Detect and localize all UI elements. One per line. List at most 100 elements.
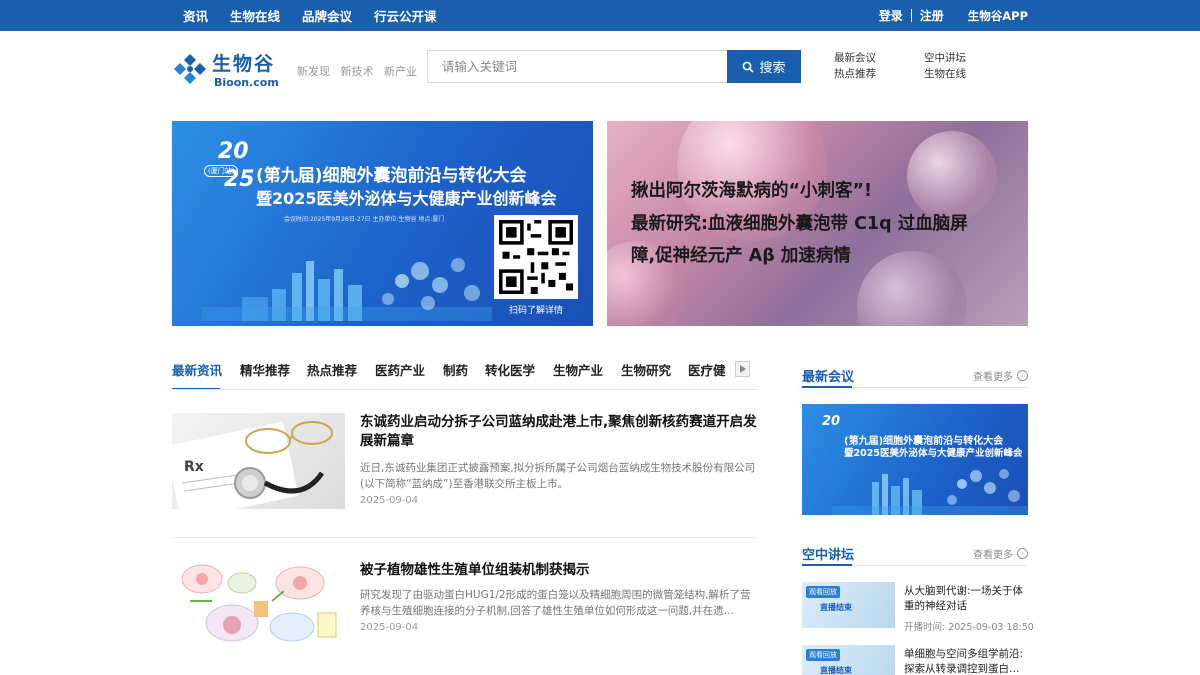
lecture-title[interactable]: 单细胞与空间多组学前沿:探索从转录调控到蛋白… [904, 647, 1028, 675]
city-skyline-illustration [202, 258, 492, 321]
hotlink-latest-meetings[interactable]: 最新会议 [834, 51, 924, 65]
hot-links: 最新会议 空中讲坛 热点推荐 生物在线 [834, 51, 1034, 81]
slogan: 新发现 新技术 新产业 [297, 63, 424, 79]
lecture-item[interactable]: 观看回放 直播结束 从大脑到代谢:一场关于体重的神经对话 开播时间: 2025-… [802, 582, 1034, 633]
hotlink-hot-recommend[interactable]: 热点推荐 [834, 67, 924, 81]
chevron-right-icon: › [1017, 548, 1028, 559]
lecture-title[interactable]: 从大脑到代谢:一场关于体重的神经对话 [904, 584, 1028, 614]
article-summary: 研究发现了由驱动蛋白HUG1/2形成的蛋白笼以及精细胞周围的微管笼结构,解析了营… [360, 589, 751, 617]
nav-brand-meetings[interactable]: 品牌会议 [302, 6, 352, 25]
hotlink-bio-online[interactable]: 生物在线 [924, 67, 1014, 81]
slogan-item: 新技术 [340, 65, 374, 78]
search-button[interactable]: 搜索 [727, 50, 801, 83]
banner-year-mark: 20 25 (厦门站) [204, 139, 258, 193]
login-link[interactable]: 登录 [879, 7, 903, 24]
more-label: 查看更多 [973, 372, 1013, 383]
air-lecture-header: 空中讲坛 查看更多 › [802, 544, 1028, 566]
conference-banner[interactable]: 20 25 (厦门站) (第九届)细胞外囊泡前沿与转化大会 暨2025医美外泌体… [172, 121, 593, 326]
tab-translational-medicine[interactable]: 转化医学 [485, 360, 535, 379]
article-item[interactable]: Rx 东诚药业启动分拆子公司蓝纳成赴港上市,聚焦创新核药赛道开启发展新篇章 近日… [172, 413, 758, 513]
banner-meta: 会议时间:2025年9月26日-27日 主办单位:生物谷 地点:厦门 [284, 216, 445, 223]
article-title[interactable]: 东诚药业启动分拆子公司蓝纳成赴港上市,聚焦创新核药赛道开启发展新篇章 [360, 413, 758, 451]
banner-headline-line2: 最新研究:血液细胞外囊泡带 C1q 过血脑屏 [631, 214, 968, 234]
city-skyline-illustration [832, 469, 1028, 515]
banner-year-mark: 20 [822, 414, 841, 429]
banner-subtitle: 暨2025医美外泌体与大健康产业创新峰会 [844, 448, 1023, 459]
register-link[interactable]: 注册 [920, 7, 944, 24]
lecture-thumbnail[interactable]: 观看回放 直播结束 [802, 645, 895, 675]
qr-code-icon [499, 220, 573, 294]
search-icon [743, 61, 755, 73]
article-item[interactable]: 被子植物雄性生殖单位组装机制获揭示 研究发现了由驱动蛋白HUG1/2形成的蛋白笼… [172, 561, 758, 661]
banner-title: (第九届)细胞外囊泡前沿与转化大会 [256, 166, 527, 186]
more-label: 查看更多 [973, 550, 1013, 561]
logo-text-cn: 生物谷 [212, 53, 276, 75]
article-thumbnail[interactable] [172, 561, 345, 657]
logo-mark-icon [174, 54, 206, 84]
site-logo[interactable]: 生物谷 Bioon.com [172, 50, 284, 90]
banner-city-tag: (厦门站) [204, 165, 239, 177]
article-thumbnail[interactable]: Rx [172, 413, 345, 509]
lecture-item[interactable]: 观看回放 直播结束 单细胞与空间多组学前沿:探索从转录调控到蛋白… [802, 645, 1028, 675]
tab-pharma-industry[interactable]: 医药产业 [375, 360, 425, 379]
chevron-right-icon: › [1017, 370, 1028, 381]
tab-scroll-right-button[interactable] [735, 361, 750, 377]
live-ended-label: 直播结束 [820, 666, 852, 675]
nav-bio-online[interactable]: 生物在线 [230, 6, 280, 25]
replay-badge: 观看回放 [806, 649, 840, 661]
slogan-item: 新产业 [384, 65, 417, 78]
section-underline [802, 386, 852, 388]
tab-bio-industry[interactable]: 生物产业 [553, 360, 603, 379]
tab-medical-health[interactable]: 医疗健 [688, 360, 726, 379]
nav-news[interactable]: 资讯 [183, 6, 208, 25]
banner-headline-line1: 揪出阿尔茨海默病的“小刺客”! [631, 181, 872, 201]
divider [910, 9, 912, 22]
hotlink-air-lecture[interactable]: 空中讲坛 [924, 51, 1014, 65]
tab-pharmaceutics[interactable]: 制药 [443, 360, 468, 379]
air-lecture-title: 空中讲坛 [802, 548, 855, 563]
account-links: 登录 注册 生物谷APP [879, 0, 1028, 31]
latest-meetings-header: 最新会议 查看更多 › [802, 366, 1028, 388]
logo-text-en: Bioon.com [214, 76, 279, 89]
tab-featured[interactable]: 精华推荐 [240, 360, 290, 379]
active-tab-indicator [172, 388, 220, 389]
qr-code-label: 扫码了解详情 [508, 306, 563, 316]
search-input[interactable] [427, 50, 727, 83]
caret-right-icon [739, 365, 746, 373]
latest-meetings-title: 最新会议 [802, 370, 855, 385]
banner-subtitle: 暨2025医美外泌体与大健康产业创新峰会 [256, 189, 557, 208]
plant-reproduction-diagram-image [181, 564, 337, 642]
article-divider [172, 537, 758, 538]
banner-year-top: 20 [218, 139, 249, 164]
tab-hot[interactable]: 热点推荐 [307, 360, 357, 379]
meetings-more-link[interactable]: 查看更多 › [973, 368, 1028, 383]
research-banner[interactable]: 揪出阿尔茨海默病的“小刺客”! 最新研究:血液细胞外囊泡带 C1q 过血脑屏 障… [607, 121, 1028, 326]
news-tabs: 最新资讯 精华推荐 热点推荐 医药产业 制药 转化医学 生物产业 生物研究 医疗… [172, 360, 758, 390]
replay-badge: 观看回放 [806, 586, 840, 598]
prescription-stethoscope-image: Rx [172, 421, 333, 509]
lecture-time: 开播时间: 2025-09-03 18:50 [904, 622, 1034, 633]
tab-bio-research[interactable]: 生物研究 [621, 360, 671, 379]
vesicle-decoration [857, 251, 967, 326]
search-button-label: 搜索 [759, 61, 786, 76]
slogan-item: 新发现 [297, 65, 330, 78]
top-nav-links: 资讯 生物在线 品牌会议 行云公开课 [183, 0, 459, 31]
vesicle-decoration [907, 131, 997, 221]
top-navbar: 资讯 生物在线 品牌会议 行云公开课 登录 注册 生物谷APP [0, 0, 1200, 31]
app-link[interactable]: 生物谷APP [968, 8, 1028, 24]
search-bar: 搜索 [427, 50, 801, 83]
lectures-more-link[interactable]: 查看更多 › [973, 546, 1028, 561]
article-date: 2025-09-04 [360, 495, 419, 506]
svg-text:Rx: Rx [184, 459, 204, 475]
meeting-banner[interactable]: 20 (第九届)细胞外囊泡前沿与转化大会 暨2025医美外泌体与大健康产业创新峰… [802, 404, 1028, 515]
tab-latest-news[interactable]: 最新资讯 [172, 360, 222, 379]
article-summary: 近日,东诚药业集团正式披露预案,拟分拆所属子公司烟台蓝纳成生物技术股份有限公司(… [360, 462, 756, 490]
article-date: 2025-09-04 [360, 622, 419, 633]
lecture-thumbnail[interactable]: 观看回放 直播结束 [802, 582, 895, 628]
section-underline [802, 564, 852, 566]
qr-code[interactable] [494, 215, 578, 299]
banner-headline-line3: 障,促神经元产 Aβ 加速病情 [631, 246, 851, 266]
article-title[interactable]: 被子植物雄性生殖单位组装机制获揭示 [360, 561, 758, 580]
live-ended-label: 直播结束 [820, 603, 852, 612]
nav-open-class[interactable]: 行云公开课 [374, 6, 437, 25]
